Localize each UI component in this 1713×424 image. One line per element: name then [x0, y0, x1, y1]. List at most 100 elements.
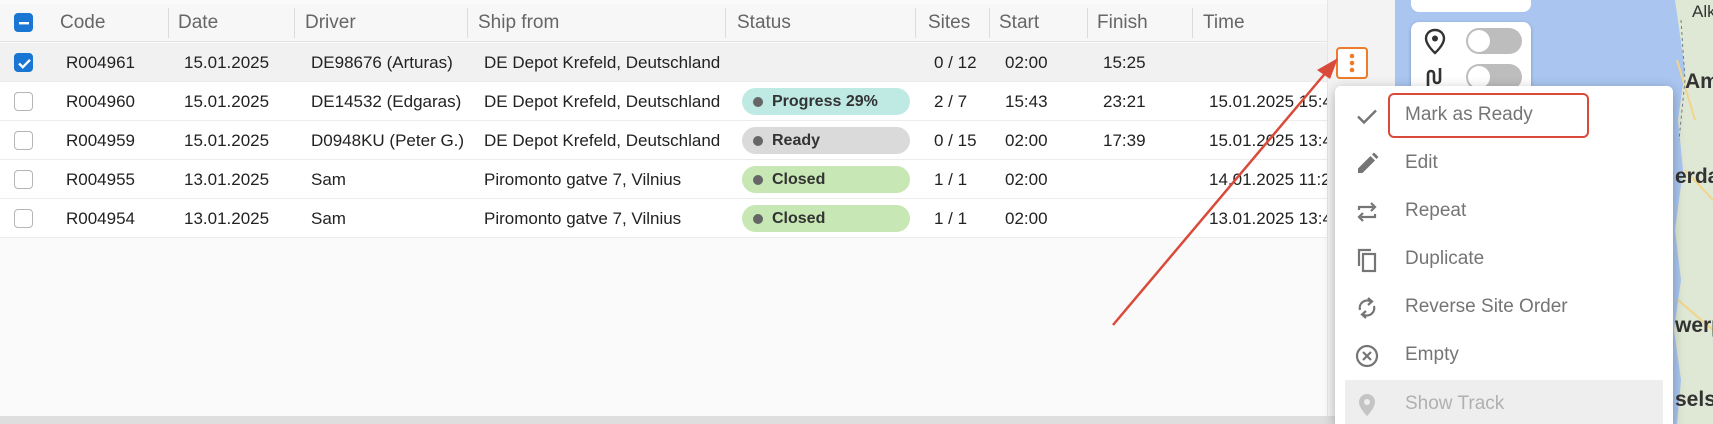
status-label: Closed [772, 171, 826, 188]
status-label: Closed [772, 210, 826, 227]
cell-start: 02:00 [1005, 53, 1048, 72]
column-header-date[interactable]: Date [178, 4, 218, 42]
toggle-knob [1468, 30, 1490, 52]
row-checkbox[interactable] [14, 131, 33, 150]
cell-code: R004959 [66, 131, 136, 150]
map-label: Alk [1692, 2, 1713, 21]
horizontal-scrollbar[interactable] [0, 416, 1395, 424]
column-header-driver[interactable]: Driver [305, 4, 356, 42]
location-pin-icon [1359, 394, 1375, 416]
cell-finish: 23:21 [1103, 92, 1146, 111]
cell-start: 02:00 [1005, 131, 1048, 150]
column-header-code[interactable]: Code [60, 4, 105, 42]
reverse-icon [1358, 297, 1376, 319]
duplicate-icon [1357, 248, 1377, 273]
cell-date: 13.01.2025 [184, 209, 270, 228]
column-header-time[interactable]: Time [1203, 4, 1245, 42]
cell-ship-from: DE Depot Krefeld, Deutschland [484, 92, 721, 111]
map-label: werp [1675, 314, 1713, 337]
status-badge: Closed [742, 166, 910, 193]
cell-start: 15:43 [1005, 92, 1048, 111]
status-dot [753, 97, 763, 107]
table-row[interactable]: R004955 13.01.2025 Sam Piromonto gatve 7… [0, 160, 1331, 199]
row-checkbox[interactable] [14, 92, 33, 111]
menu-item-label: Empty [1405, 344, 1459, 365]
cell-driver: DE14532 (Edgaras) [311, 92, 462, 111]
location-pin-icon [1424, 28, 1446, 55]
cell-sites: 1 / 1 [934, 209, 968, 228]
menu-item-reverse-site-order[interactable]: Reverse Site Order [1335, 283, 1673, 331]
map-label: Am [1685, 70, 1713, 93]
map-label: sels [1675, 388, 1713, 411]
check-icon [1357, 109, 1377, 125]
row-more-button[interactable] [1336, 47, 1368, 79]
cell-date: 15.01.2025 [184, 131, 270, 150]
status-dot [753, 214, 763, 224]
cell-sites: 1 / 1 [934, 170, 968, 189]
column-header-sites[interactable]: Sites [928, 4, 970, 42]
map-drivers-panel[interactable] [1411, 0, 1531, 12]
cell-start: 02:00 [1005, 209, 1048, 228]
column-header-finish[interactable]: Finish [1097, 4, 1148, 42]
table-row[interactable]: R004959 15.01.2025 D0948KU (Peter G.) DE… [0, 121, 1332, 160]
menu-item-repeat[interactable]: Repeat [1335, 187, 1673, 235]
cell-time: 15.01.2025 13:4 [1209, 131, 1332, 150]
cell-ship-from: Piromonto gatve 7, Vilnius [484, 170, 682, 189]
cell-start: 02:00 [1005, 170, 1048, 189]
clear-circle-icon [1355, 344, 1379, 368]
annotation-highlight-box [1388, 93, 1589, 138]
status-badge: Closed [742, 205, 910, 232]
row-checkbox[interactable] [14, 53, 33, 72]
cell-code: R004961 [66, 53, 136, 72]
menu-item-label: Edit [1405, 152, 1438, 173]
cell-finish: 17:39 [1103, 131, 1146, 150]
column-divider [1087, 8, 1088, 38]
repeat-icon [1357, 202, 1377, 222]
cell-driver: D0948KU (Peter G.) [311, 131, 465, 150]
column-divider [725, 8, 726, 38]
status-label: Progress 29% [772, 93, 878, 110]
column-header-ship-from[interactable]: Ship from [478, 4, 559, 42]
status-badge: Ready [742, 127, 910, 154]
status-dot [753, 136, 763, 146]
cell-date: 15.01.2025 [184, 92, 270, 111]
column-divider [915, 8, 916, 38]
cell-code: R004954 [66, 209, 136, 228]
cell-time: 15.01.2025 15:4 [1209, 92, 1332, 111]
menu-item-label: Duplicate [1405, 248, 1485, 269]
row-checkbox[interactable] [14, 170, 33, 189]
cell-driver: Sam [311, 209, 346, 228]
menu-item-show-track: Show Track [1345, 380, 1663, 424]
cell-ship-from: DE Depot Krefeld, Deutschland [484, 53, 721, 72]
status-label: Ready [772, 132, 821, 149]
column-header-start[interactable]: Start [999, 4, 1039, 42]
select-all-checkbox[interactable] [14, 13, 33, 32]
menu-item-empty[interactable]: Empty [1335, 331, 1673, 379]
menu-item-label: Reverse Site Order [1405, 296, 1568, 317]
table-row[interactable]: R004960 15.01.2025 DE14532 (Edgaras) DE … [0, 82, 1332, 121]
column-divider [989, 8, 990, 38]
more-vertical-icon [1349, 53, 1355, 73]
menu-item-edit[interactable]: Edit [1335, 139, 1673, 187]
menu-item-label: Repeat [1405, 200, 1467, 221]
status-badge: Progress 29% [742, 88, 910, 115]
table-header: Code Date Driver Ship from Status Sites … [0, 4, 1327, 42]
column-divider [1192, 8, 1193, 38]
cell-sites: 0 / 15 [934, 131, 977, 150]
row-checkbox[interactable] [14, 209, 33, 228]
cell-ship-from: Piromonto gatve 7, Vilnius [484, 209, 682, 228]
cell-code: R004960 [66, 92, 136, 111]
cell-date: 15.01.2025 [184, 53, 270, 72]
table-row[interactable]: R004954 13.01.2025 Sam Piromonto gatve 7… [0, 199, 1332, 238]
pins-toggle[interactable] [1466, 28, 1522, 54]
menu-item-label: Show Track [1405, 393, 1505, 414]
routes-table: Code Date Driver Ship from Status Sites … [0, 0, 1332, 424]
pencil-icon [1358, 152, 1379, 173]
cell-code: R004955 [66, 170, 136, 189]
cell-sites: 0 / 12 [934, 53, 977, 72]
toggle-knob [1468, 66, 1490, 88]
cell-date: 13.01.2025 [184, 170, 270, 189]
table-row[interactable]: R004961 15.01.2025 DE98676 (Arturas) DE … [0, 43, 1327, 82]
menu-item-duplicate[interactable]: Duplicate [1335, 235, 1673, 283]
column-header-status[interactable]: Status [737, 4, 791, 42]
